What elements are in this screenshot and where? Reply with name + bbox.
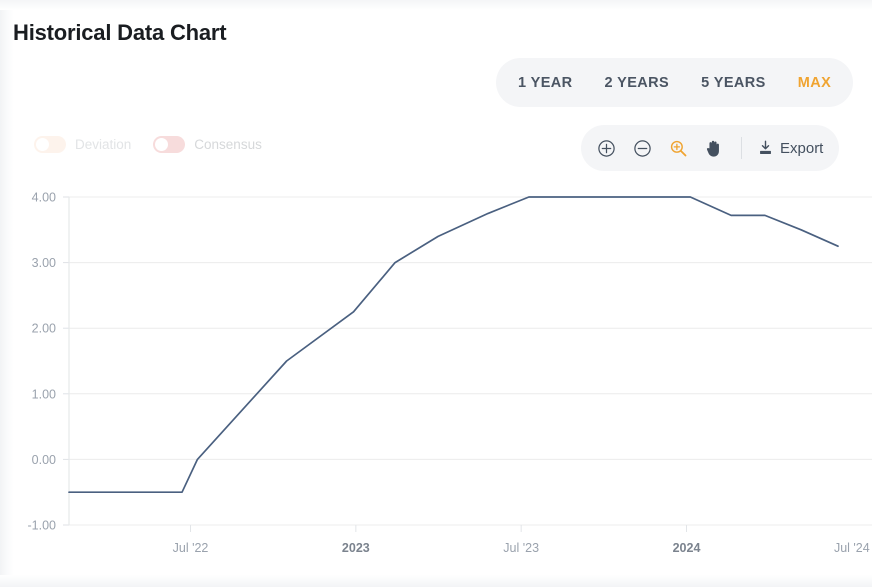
range-button-5-years[interactable]: 5 YEARS bbox=[685, 67, 782, 99]
chart-legend: Deviation Consensus bbox=[34, 136, 262, 153]
toggle-knob bbox=[36, 138, 49, 151]
y-axis-tick-label: 0.00 bbox=[32, 453, 56, 467]
y-axis-tick-label: -1.00 bbox=[28, 519, 57, 533]
x-axis-tick-label: Jul '23 bbox=[503, 541, 539, 555]
range-button-1-year[interactable]: 1 YEAR bbox=[502, 67, 589, 99]
page-title: Historical Data Chart bbox=[13, 20, 226, 46]
historical-data-chart-page: Historical Data Chart 1 YEAR 2 YEARS 5 Y… bbox=[0, 0, 872, 587]
pan-hand-icon[interactable] bbox=[703, 137, 725, 159]
chart-toolbar: Export bbox=[581, 125, 839, 171]
toggle-knob bbox=[155, 138, 168, 151]
download-icon bbox=[758, 140, 773, 156]
export-label: Export bbox=[780, 140, 823, 157]
legend-item-consensus[interactable]: Consensus bbox=[153, 136, 262, 153]
chart-area[interactable]: 4.00 3.00 2.00 1.00 0.00 -1.00 Jul '22 2023 Jul … bbox=[0, 182, 872, 582]
y-axis-tick-label: 1.00 bbox=[32, 387, 56, 401]
y-axis-tick-label: 4.00 bbox=[32, 191, 56, 205]
range-button-2-years[interactable]: 2 YEARS bbox=[589, 67, 686, 99]
export-button[interactable]: Export bbox=[758, 140, 825, 157]
time-range-selector: 1 YEAR 2 YEARS 5 YEARS MAX bbox=[496, 58, 853, 107]
selection-zoom-icon[interactable] bbox=[667, 137, 689, 159]
range-button-max[interactable]: MAX bbox=[782, 67, 847, 99]
legend-item-label: Consensus bbox=[194, 137, 262, 152]
toggle-switch-icon[interactable] bbox=[153, 136, 185, 153]
y-axis-tick-label: 2.00 bbox=[32, 322, 56, 336]
x-axis-tick-label: 2024 bbox=[673, 541, 701, 555]
legend-item-deviation[interactable]: Deviation bbox=[34, 136, 131, 153]
toggle-switch-icon[interactable] bbox=[34, 136, 66, 153]
chart-line-series bbox=[69, 197, 838, 492]
line-chart[interactable]: 4.00 3.00 2.00 1.00 0.00 -1.00 Jul '22 2023 Jul … bbox=[0, 182, 872, 582]
toolbar-divider bbox=[741, 137, 742, 159]
x-axis-tick-label: Jul '24 bbox=[834, 541, 870, 555]
legend-item-label: Deviation bbox=[75, 137, 131, 152]
y-axis-tick-label: 3.00 bbox=[32, 256, 56, 270]
page-edge-shading-top bbox=[0, 0, 872, 10]
zoom-in-icon[interactable] bbox=[595, 137, 617, 159]
zoom-out-icon[interactable] bbox=[631, 137, 653, 159]
x-axis-tick-label: 2023 bbox=[342, 541, 370, 555]
x-axis-tick-label: Jul '22 bbox=[173, 541, 209, 555]
